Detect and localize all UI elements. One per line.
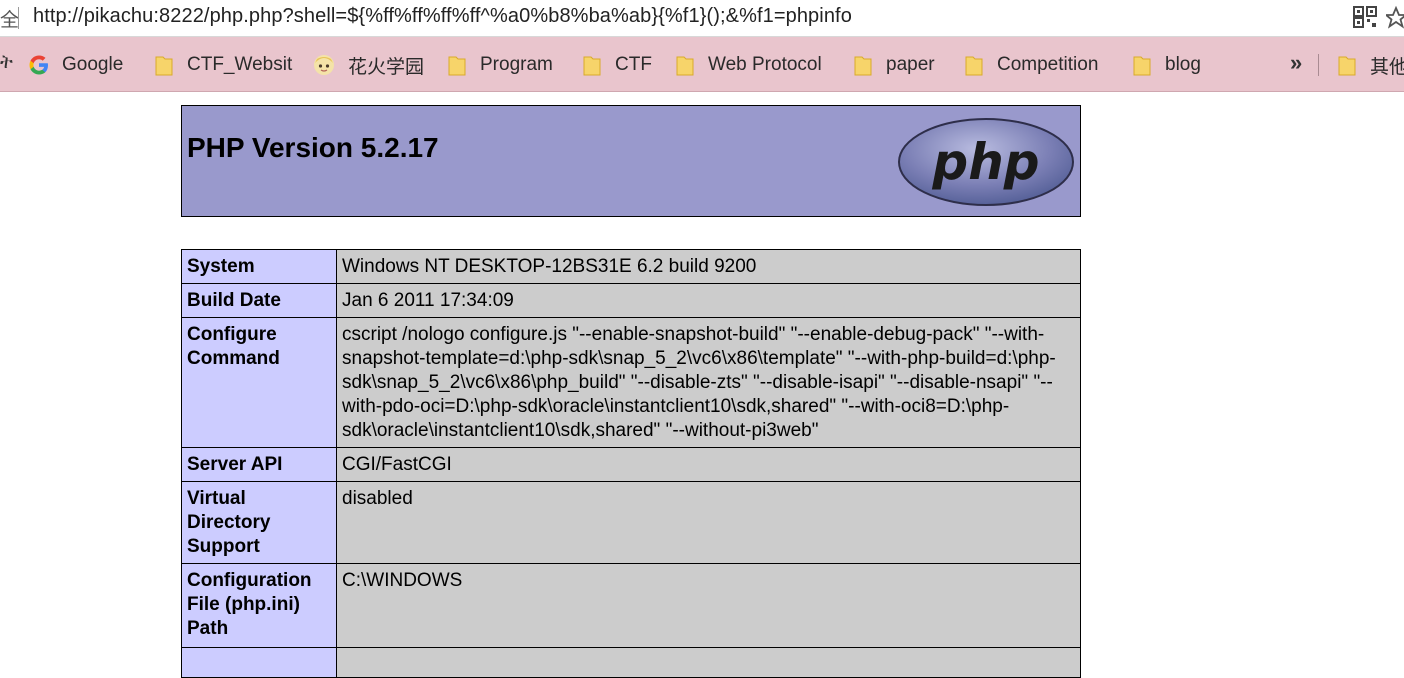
bookmark-ctf[interactable]: CTF [583,51,652,79]
row-key: Server API [181,447,337,482]
anime-site-favicon [314,55,334,75]
row-value: cscript /nologo configure.js "--enable-s… [336,317,1081,448]
row-key: Configure Command [181,317,337,448]
table-row: Build Date Jan 6 2011 17:34:09 [181,283,1081,318]
bookmark-label: 其他 [1370,56,1404,78]
address-divider [18,7,19,29]
folder-icon [583,56,601,75]
row-value: C:\WINDOWS [336,563,1081,648]
folder-icon [676,56,694,75]
row-key: System [181,249,337,284]
folder-icon [854,56,872,75]
bookmarks-divider [1318,54,1319,76]
bookmarks-overflow-chevron-icon[interactable]: » [1290,50,1302,76]
table-row: System Windows NT DESKTOP-12BS31E 6.2 bu… [181,249,1081,284]
bookmark-competition[interactable]: Competition [965,51,1098,79]
bookmark-label: Competition [997,54,1099,75]
row-value: Jan 6 2011 17:34:09 [336,283,1081,318]
bookmark-label: Google [62,54,124,75]
row-value: CGI/FastCGI [336,447,1081,482]
bookmark-program[interactable]: Program [448,51,553,79]
security-indicator[interactable]: 全 [0,5,19,32]
bookmark-label: CTF_Websit [187,54,293,75]
folder-icon [155,56,173,75]
bookmark-label: Web Protocol [708,54,822,75]
bookmark-label: 花火学园 [348,56,425,78]
bookmark-huohuo[interactable]: 花火学园 [312,51,424,79]
phpinfo-header: PHP Version 5.2.17 php [181,105,1081,217]
bookmark-cut-off[interactable]: ት [0,52,13,74]
table-row: Configuration File (php.ini) Path C:\WIN… [181,563,1081,648]
row-value-partial [336,647,1081,678]
bookmark-google[interactable]: Google [28,51,123,79]
google-icon [29,55,48,75]
folder-icon [448,56,466,75]
php-logo[interactable]: php [896,116,1076,208]
bookmark-ctf-websit[interactable]: CTF_Websit [155,51,292,79]
folder-icon [1338,56,1356,75]
php-version-title: PHP Version 5.2.17 [187,132,439,163]
folder-icon [1133,56,1151,75]
bookmarks-bar: ት Google CTF_Websit 花火学园 Program CTF Web… [0,37,1404,92]
url-input[interactable]: http://pikachu:8222/php.php?shell=${%ff%… [33,5,852,28]
address-bar: 全 http://pikachu:8222/php.php?shell=${%f… [0,0,1404,37]
row-key: Configuration File (php.ini) Path [181,563,337,648]
row-key: Build Date [181,283,337,318]
row-key-partial [181,647,337,678]
bookmark-label: Program [480,54,553,75]
bookmark-label: blog [1165,54,1201,75]
bookmark-star-icon[interactable] [1386,5,1404,29]
bookmark-label: paper [886,54,935,75]
row-value: Windows NT DESKTOP-12BS31E 6.2 build 920… [336,249,1081,284]
table-row: Server API CGI/FastCGI [181,447,1081,482]
bookmark-paper[interactable]: paper [854,51,935,79]
table-row: Virtual Directory Support disabled [181,481,1081,564]
bookmark-web-protocol[interactable]: Web Protocol [676,51,822,79]
qr-code-icon[interactable] [1352,5,1378,29]
bookmark-other[interactable]: 其他 [1338,51,1404,79]
table-row [181,647,1081,678]
table-row: Configure Command cscript /nologo config… [181,317,1081,448]
php-logo-text: php [931,133,1039,191]
bookmark-blog[interactable]: blog [1133,51,1201,79]
bookmark-label: CTF [615,54,652,75]
row-value: disabled [336,481,1081,564]
row-key: Virtual Directory Support [181,481,337,564]
folder-icon [965,56,983,75]
phpinfo-table: System Windows NT DESKTOP-12BS31E 6.2 bu… [181,249,1081,678]
